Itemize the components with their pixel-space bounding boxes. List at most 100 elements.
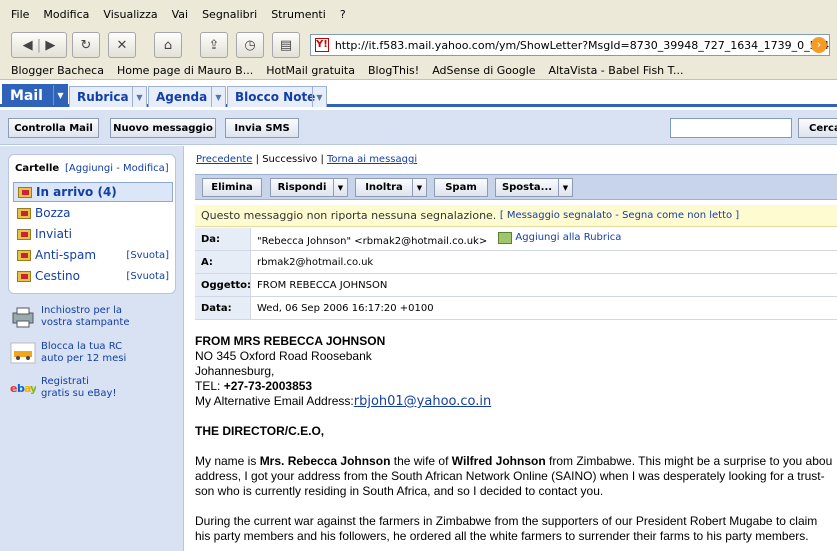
alt-email-link[interactable]: rbjoh01@yahoo.co.in [354, 394, 492, 409]
empty-trash-link[interactable]: [Svuota] [126, 271, 169, 282]
folder-label: Anti-spam [35, 248, 97, 262]
body-line: son who is currently residing in South A… [195, 484, 604, 498]
bookmark-item[interactable]: AltaVista - Babel Fish T... [549, 64, 684, 77]
tab-mail[interactable]: Mail ▼ [2, 84, 68, 107]
notice-links[interactable]: [ Messaggio segnalato - Segna come non l… [500, 210, 739, 221]
home-icon: ⌂ [163, 37, 173, 53]
previous-link[interactable]: Precedente [196, 154, 252, 165]
menu-help[interactable]: ? [340, 8, 346, 21]
move-dropdown-icon[interactable]: ▼ [558, 179, 572, 196]
home-button[interactable]: ⌂ [154, 32, 182, 58]
address-bar[interactable]: Y! http://it.f583.mail.yahoo.com/ym/Show… [310, 34, 830, 56]
reply-dropdown-icon[interactable]: ▼ [333, 179, 347, 196]
printer-icon [12, 307, 34, 328]
tab-rubrica-label: Rubrica [77, 90, 129, 104]
folder-spam[interactable]: Anti-spam [Svuota] [13, 245, 173, 265]
body-line: During the current war against the farme… [195, 514, 818, 528]
tab-mail-dropdown-icon[interactable]: ▼ [53, 85, 67, 105]
body-line: THE DIRECTOR/C.E.O, [195, 424, 325, 438]
bookmark-item[interactable]: AdSense di Google [432, 64, 535, 77]
browser-menubar: File Modifica Visualizza Vai Segnalibri … [0, 0, 837, 28]
search-input[interactable] [670, 118, 792, 138]
menu-file[interactable]: File [11, 8, 29, 21]
folder-label: In arrivo (4) [36, 185, 117, 199]
ebay-logo-icon: e b a y [10, 382, 36, 395]
header-from-row: Da: "Rebecca Johnson" <rbmak2@hotmail.co… [195, 228, 837, 251]
timer-button[interactable]: ◷ [236, 32, 264, 58]
insurance-logo-icon [10, 342, 36, 364]
folder-trash[interactable]: Cestino [Svuota] [13, 266, 173, 286]
folder-label: Inviati [35, 227, 72, 241]
empty-spam-link[interactable]: [Svuota] [126, 250, 169, 261]
body-line: NO 345 Oxford Road Roosebank [195, 349, 372, 363]
bookmark-item[interactable]: Blogger Bacheca [11, 64, 104, 77]
reload-icon: ↻ [80, 37, 92, 53]
header-to-value: rbmak2@hotmail.co.uk [257, 256, 374, 268]
body-text: My name is [195, 454, 260, 468]
body-line: his party members and his followers, he … [195, 529, 809, 543]
spam-button[interactable]: Spam [434, 178, 488, 197]
tab-agenda-dropdown-icon[interactable]: ▼ [211, 87, 225, 107]
bookmark-item[interactable]: HotMail gratuita [266, 64, 355, 77]
reload-button[interactable]: ↻ [72, 32, 100, 58]
reply-label: Rispondi [277, 182, 327, 193]
move-button[interactable]: Sposta... ▼ [495, 178, 573, 197]
menu-segnalibri[interactable]: Segnalibri [202, 8, 257, 21]
tab-blocco-label: Blocco Note [235, 90, 316, 104]
promo-text: auto per 12 mesi [41, 353, 127, 364]
folder-sent[interactable]: Inviati [13, 224, 173, 244]
forward-dropdown-icon[interactable]: ▼ [412, 179, 426, 196]
tab-rubrica[interactable]: Rubrica ▼ [69, 86, 147, 107]
promo-printer-ink[interactable]: Inchiostro per la vostra stampante [10, 305, 180, 329]
bookmark-item[interactable]: Home page di Mauro B... [117, 64, 253, 77]
message-headers: Da: "Rebecca Johnson" <rbmak2@hotmail.co… [195, 228, 837, 320]
promo-ebay[interactable]: e b a y Registrati gratis su eBay! [10, 376, 180, 400]
delete-button[interactable]: Elimina [202, 178, 262, 197]
header-date-label: Data: [195, 297, 251, 319]
folder-inbox[interactable]: In arrivo (4) [13, 182, 173, 202]
bookmark-item[interactable]: BlogThis! [368, 64, 419, 77]
folders-manage-link[interactable]: [Aggiungi - Modifica] [65, 163, 169, 174]
timer-icon: ◷ [244, 37, 256, 53]
menu-vai[interactable]: Vai [172, 8, 188, 21]
back-forward-button[interactable]: ◀ | ▶ [11, 32, 67, 58]
tab-agenda[interactable]: Agenda ▼ [148, 86, 226, 107]
move-label: Sposta... [501, 182, 553, 193]
tel-label: TEL: [195, 379, 224, 393]
upload-button[interactable]: ⇪ [200, 32, 228, 58]
stop-button[interactable]: ✕ [108, 32, 136, 58]
menu-visualizza[interactable]: Visualizza [103, 8, 157, 21]
tel-value: +27-73-2003853 [223, 379, 313, 393]
folder-icon [17, 270, 31, 282]
promo-text: vostra stampante [41, 317, 130, 328]
body-line: My name is Mrs. Rebecca Johnson the wife… [195, 454, 837, 469]
header-date-value: Wed, 06 Sep 2006 16:17:20 +0100 [257, 302, 434, 314]
send-sms-button[interactable]: Invia SMS [225, 118, 299, 138]
check-mail-button[interactable]: Controlla Mail [8, 118, 99, 138]
menu-modifica[interactable]: Modifica [43, 8, 89, 21]
tab-blocco-dropdown-icon[interactable]: ▼ [312, 87, 326, 107]
print-button[interactable]: ▤ [272, 32, 300, 58]
back-arrow-icon: ◀ [22, 37, 33, 53]
forward-button[interactable]: Inoltra ▼ [355, 178, 427, 197]
menu-strumenti[interactable]: Strumenti [271, 8, 326, 21]
tab-blocco-note[interactable]: Blocco Note ▼ [227, 86, 327, 107]
message-notice: Questo messaggio non riporta nessuna seg… [195, 205, 837, 227]
add-contact-icon [498, 231, 513, 244]
folder-drafts[interactable]: Bozza [13, 203, 173, 223]
folder-icon [17, 207, 31, 219]
go-icon[interactable]: › [811, 37, 827, 53]
body-line: address, I got your address from the Sou… [195, 469, 825, 483]
promo-car-insurance[interactable]: Blocca la tua RC auto per 12 mesi [10, 341, 180, 365]
promo-text: gratis su eBay! [41, 388, 117, 399]
body-text: from Zimbabwe. This might be a surprise … [545, 454, 833, 468]
tab-rubrica-dropdown-icon[interactable]: ▼ [132, 87, 146, 107]
search-button[interactable]: Cerca [798, 118, 837, 138]
add-to-contacts-link[interactable]: Aggiungi alla Rubrica [498, 231, 621, 244]
mail-action-bar: Controlla Mail Nuovo messaggio Invia SMS… [0, 110, 837, 145]
message-toolbar: Elimina Rispondi ▼ Inoltra ▼ Spam Sposta… [195, 174, 837, 200]
folder-icon [17, 228, 31, 240]
new-message-button[interactable]: Nuovo messaggio [110, 118, 216, 138]
back-to-messages-link[interactable]: Torna ai messaggi [327, 154, 417, 165]
reply-button[interactable]: Rispondi ▼ [270, 178, 348, 197]
